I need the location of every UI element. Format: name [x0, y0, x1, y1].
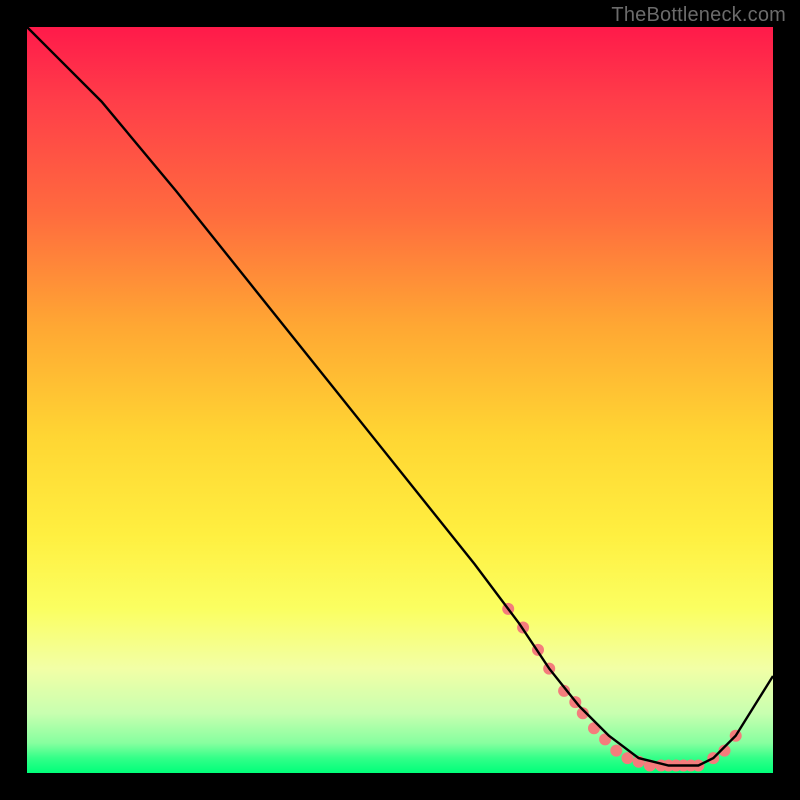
watermark-text: TheBottleneck.com — [611, 4, 786, 27]
plot-area — [27, 27, 773, 773]
chart-container: TheBottleneck.com — [0, 0, 800, 800]
curve-dot — [610, 745, 622, 757]
chart-svg — [27, 27, 773, 773]
bottleneck-curve — [27, 27, 773, 766]
